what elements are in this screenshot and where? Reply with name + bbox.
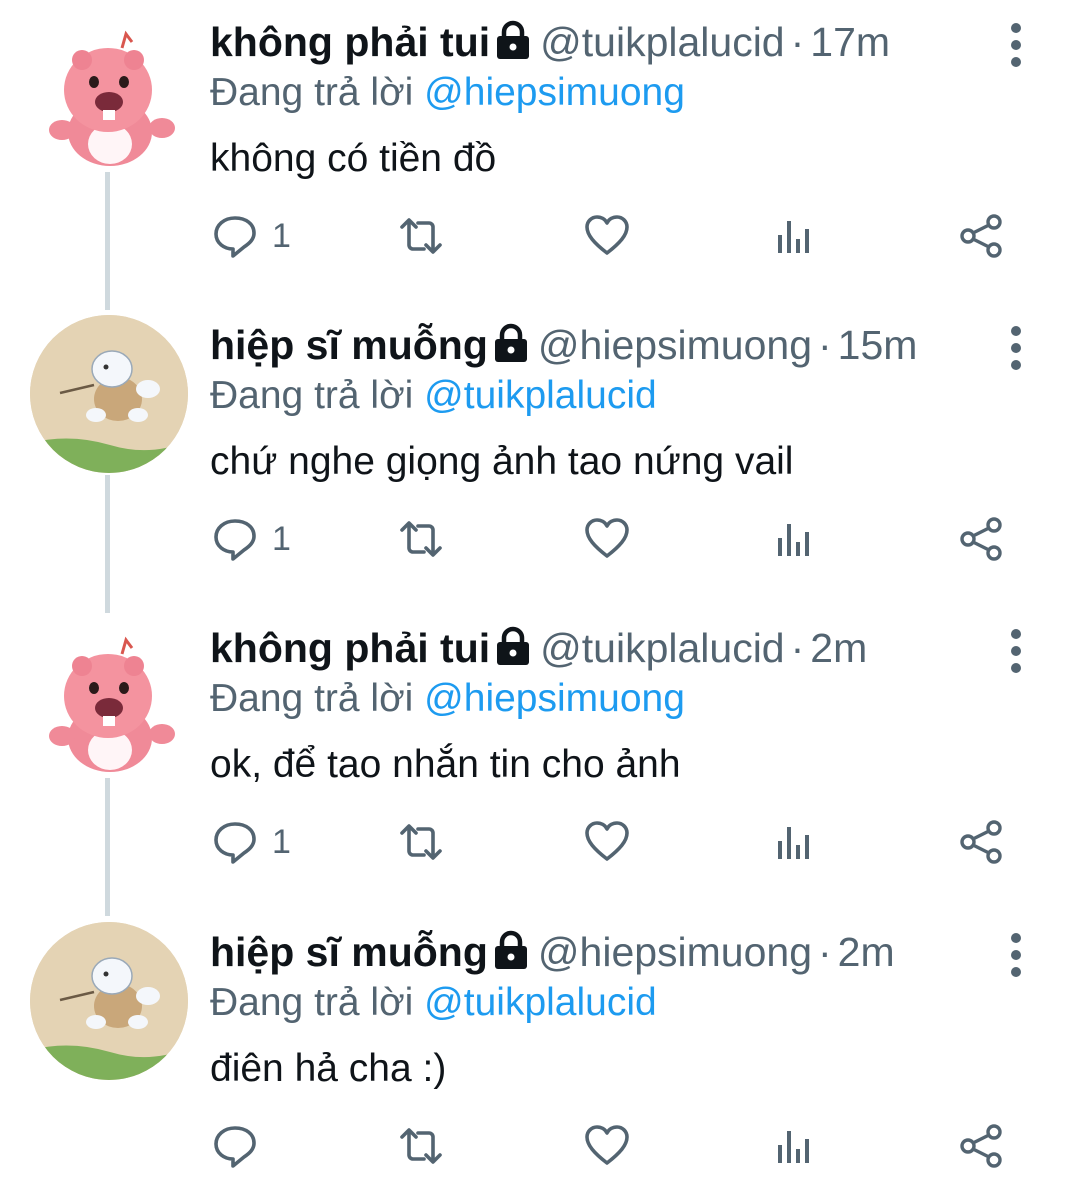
like-button[interactable] (584, 206, 630, 266)
replying-prefix: Đang trả lời (210, 981, 414, 1024)
more-options-icon[interactable] (996, 928, 1036, 982)
reply-count: 1 (272, 822, 291, 861)
action-bar: 1 (0, 812, 1080, 872)
turtle-on-sand-avatar[interactable] (30, 315, 188, 473)
retweet-icon (398, 819, 444, 865)
mention-link[interactable]: @hiepsimuong (424, 677, 685, 720)
bar-chart-icon (772, 516, 818, 562)
display-name[interactable]: hiệp sĩ muỗng (210, 929, 488, 975)
dot-separator: · (818, 322, 832, 368)
display-name[interactable]: hiệp sĩ muỗng (210, 322, 488, 368)
tweet-text: chứ nghe giọng ảnh tao nứng vail (210, 440, 794, 483)
mention-link[interactable]: @tuikplalucid (424, 981, 657, 1024)
tweet[interactable]: không phải tui @tuikplalucid · 2m Đang trả … (0, 606, 1080, 916)
reply-button[interactable]: 1 (212, 812, 291, 872)
reply-button[interactable]: 1 (212, 509, 291, 569)
share-button[interactable] (958, 206, 1004, 266)
reply-icon (212, 819, 258, 865)
reply-button[interactable] (212, 1116, 272, 1176)
tweet[interactable]: hiệp sĩ muỗng @hiepsimuong · 2m Đang trả lờ… (0, 910, 1080, 1180)
reply-icon (212, 1123, 258, 1169)
retweet-icon (398, 213, 444, 259)
replying-prefix: Đang trả lời (210, 71, 414, 114)
share-button[interactable] (958, 509, 1004, 569)
share-icon (958, 819, 1004, 865)
tweet-header: không phải tui @tuikplalucid · 2m (210, 622, 867, 674)
retweet-icon (398, 516, 444, 562)
share-icon (958, 1123, 1004, 1169)
reply-count: 1 (272, 519, 291, 558)
tweet-text: điên hả cha :) (210, 1047, 447, 1090)
bar-chart-icon (772, 213, 818, 259)
share-button[interactable] (958, 812, 1004, 872)
retweet-icon (398, 1123, 444, 1169)
retweet-button[interactable] (398, 509, 444, 569)
views-button[interactable] (772, 206, 818, 266)
heart-icon (584, 213, 630, 259)
replying-to: Đang trả lời @tuikplalucid (210, 978, 657, 1028)
user-handle[interactable]: @tuikplalucid (540, 625, 784, 671)
like-button[interactable] (584, 509, 630, 569)
tweet-header: hiệp sĩ muỗng @hiepsimuong · 15m (210, 319, 917, 371)
replying-prefix: Đang trả lời (210, 374, 414, 417)
mention-link[interactable]: @tuikplalucid (424, 374, 657, 417)
dot-separator: · (790, 19, 805, 65)
replying-to: Đang trả lời @hiepsimuong (210, 674, 685, 724)
mention-link[interactable]: @hiepsimuong (424, 71, 685, 114)
heart-icon (584, 819, 630, 865)
lock-icon (494, 626, 532, 666)
action-bar: 1 (0, 509, 1080, 569)
turtle-on-sand-avatar[interactable] (30, 922, 188, 1080)
pink-beaver-avatar[interactable] (30, 618, 188, 776)
share-icon (958, 516, 1004, 562)
lock-icon (492, 930, 530, 970)
heart-icon (584, 1123, 630, 1169)
reply-icon (212, 213, 258, 259)
timestamp[interactable]: 2m (838, 929, 895, 975)
tweet[interactable]: hiệp sĩ muỗng @hiepsimuong · 15m Đang trả l… (0, 303, 1080, 613)
reply-button[interactable]: 1 (212, 206, 291, 266)
action-bar: 1 (0, 206, 1080, 266)
reply-count: 1 (272, 216, 291, 255)
bar-chart-icon (772, 1123, 818, 1169)
more-options-icon[interactable] (996, 624, 1036, 678)
user-handle[interactable]: @tuikplalucid (540, 19, 784, 65)
pink-beaver-avatar[interactable] (30, 12, 188, 170)
more-options-icon[interactable] (996, 321, 1036, 375)
replying-to: Đang trả lời @hiepsimuong (210, 68, 685, 118)
views-button[interactable] (772, 812, 818, 872)
tweet-text: không có tiền đồ (210, 137, 497, 180)
timestamp[interactable]: 15m (838, 322, 918, 368)
display-name[interactable]: không phải tui (210, 19, 490, 65)
dot-separator: · (790, 625, 805, 671)
like-button[interactable] (584, 812, 630, 872)
timestamp[interactable]: 2m (810, 625, 867, 671)
more-options-icon[interactable] (996, 18, 1036, 72)
reply-icon (212, 516, 258, 562)
tweet-header: hiệp sĩ muỗng @hiepsimuong · 2m (210, 926, 895, 978)
retweet-button[interactable] (398, 1116, 444, 1176)
retweet-button[interactable] (398, 812, 444, 872)
like-button[interactable] (584, 1116, 630, 1176)
lock-icon (494, 20, 532, 60)
lock-icon (492, 323, 530, 363)
share-icon (958, 213, 1004, 259)
tweet-header: không phải tui @tuikplalucid · 17m (210, 16, 890, 68)
retweet-button[interactable] (398, 206, 444, 266)
dot-separator: · (818, 929, 832, 975)
replying-to: Đang trả lời @tuikplalucid (210, 371, 657, 421)
bar-chart-icon (772, 819, 818, 865)
display-name[interactable]: không phải tui (210, 625, 490, 671)
timestamp[interactable]: 17m (810, 19, 890, 65)
user-handle[interactable]: @hiepsimuong (538, 929, 812, 975)
heart-icon (584, 516, 630, 562)
views-button[interactable] (772, 509, 818, 569)
views-button[interactable] (772, 1116, 818, 1176)
replying-prefix: Đang trả lời (210, 677, 414, 720)
user-handle[interactable]: @hiepsimuong (538, 322, 812, 368)
share-button[interactable] (958, 1116, 1004, 1176)
action-bar (0, 1116, 1080, 1176)
tweet[interactable]: không phải tui @tuikplalucid · 17m Đang trả… (0, 0, 1080, 310)
tweet-text: ok, để tao nhắn tin cho ảnh (210, 743, 681, 786)
